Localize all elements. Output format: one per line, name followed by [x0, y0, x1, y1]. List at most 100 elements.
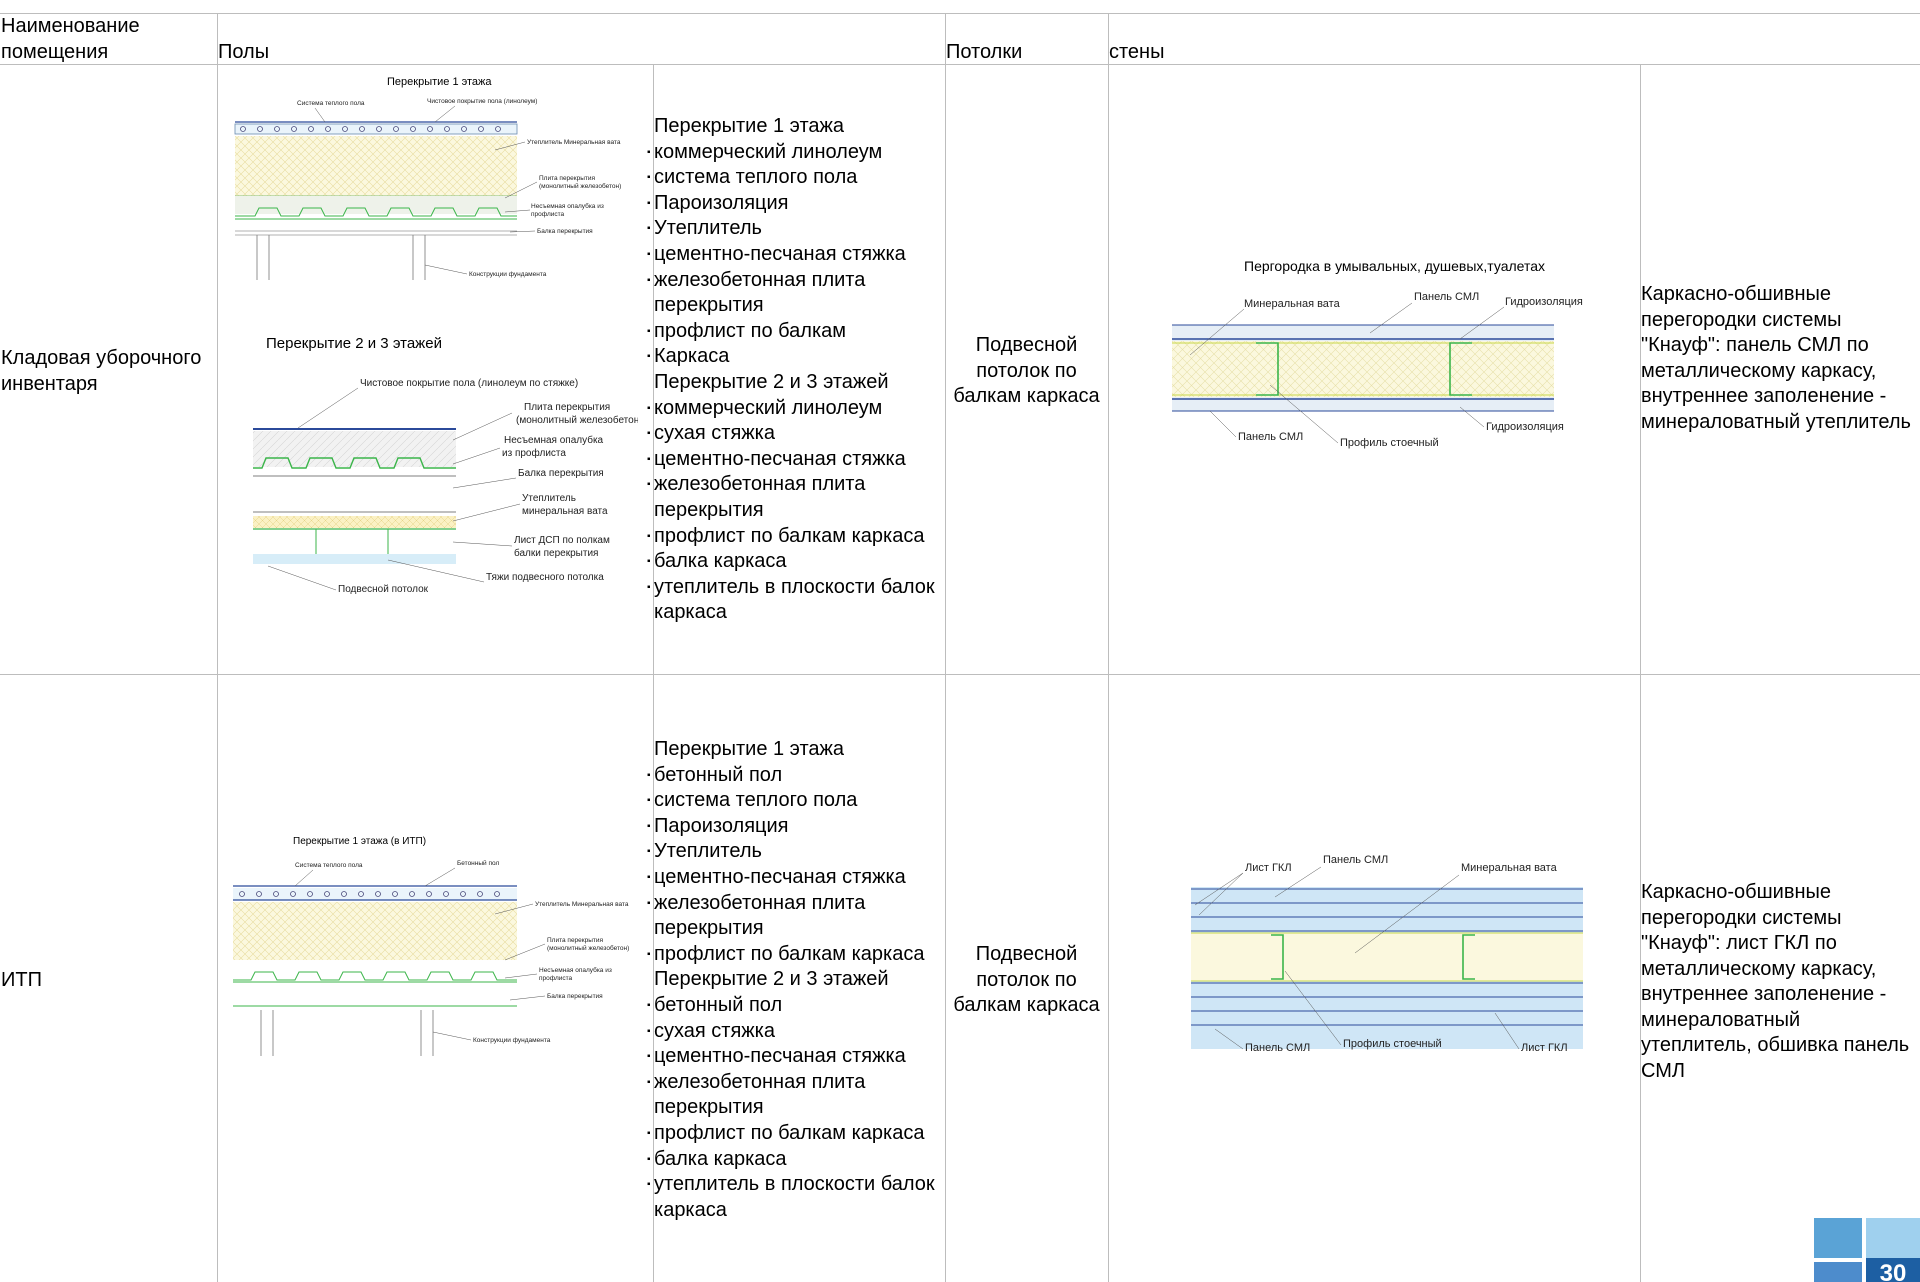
floor-layer-item: железобетонная плита перекрытия [647, 1070, 944, 1121]
floor-layer-item: коммерческий линолеум [647, 396, 944, 422]
svg-text:Несъемная опалубка из: Несъемная опалубка из [531, 202, 604, 210]
svg-text:Несъемная опалубка: Несъемная опалубка [504, 434, 604, 446]
floor-layer-item: профлист по балкам каркаса [647, 1121, 944, 1147]
svg-text:Лист ДСП по полкам: Лист ДСП по полкам [514, 535, 610, 546]
svg-text:Утеплитель: Утеплитель [522, 493, 576, 504]
floor-layer-item: цементно-песчаная стяжка [647, 1044, 944, 1070]
grid-line [217, 13, 218, 1282]
svg-text:Минеральная вата: Минеральная вата [1244, 298, 1341, 310]
wall-section-drawing: Пергородка в умывальных, душевых,туалета… [1172, 258, 1583, 449]
floor-layer-item: система теплого пола [647, 788, 944, 814]
floor-layer-item: Перекрытие 2 и 3 этажей [654, 968, 889, 991]
grid-line [1108, 13, 1109, 1282]
floor-layer-item: Перекрытие 2 и 3 этажей [654, 370, 889, 393]
svg-text:(монолитный железобетон): (монолитный железобетон) [516, 414, 638, 426]
floor-section-drawing-2: Перекрытие 2 и 3 этажей Чистовое покрыти… [253, 335, 638, 595]
svg-text:из профлиста: из профлиста [502, 447, 566, 459]
floor-layer-item: цементно-песчаная стяжка [647, 865, 944, 891]
svg-text:Система теплого пола: Система теплого пола [297, 100, 365, 107]
floor-layer-item: утеплитель в плоскости балок каркаса [647, 575, 944, 626]
room-name-cell: ИТП [1, 969, 42, 991]
svg-text:Панель СМЛ: Панель СМЛ [1323, 854, 1388, 866]
floor-layer-item: профлист по балкам [647, 319, 944, 345]
svg-text:Чистовое покрытие пола (линоле: Чистовое покрытие пола (линолеум по стяж… [360, 378, 578, 389]
svg-text:(монолитный железобетон): (монолитный железобетон) [539, 182, 621, 190]
svg-text:Чистовое покрытие пола (линоле: Чистовое покрытие пола (линолеум) [427, 98, 537, 105]
floor-layer-item: Перекрытие 1 этажа [654, 115, 845, 137]
floor-layer-item: профлист по балкам каркаса [647, 524, 944, 550]
floor-layer-item: профлист по балкам каркаса [647, 942, 944, 968]
ceiling-cell: Подвесной потолок по балкам каркаса [953, 943, 1100, 1016]
svg-text:Бетонный пол: Бетонный пол [457, 859, 499, 867]
grid-line [0, 674, 1920, 675]
svg-text:минеральная вата: минеральная вата [522, 506, 608, 517]
svg-text:Гидроизоляция: Гидроизоляция [1486, 421, 1564, 433]
floor-layer-item: Утеплитель [647, 216, 944, 242]
header-ceilings: Потолки [946, 41, 1023, 63]
svg-text:Балка перекрытия: Балка перекрытия [547, 993, 603, 1000]
svg-text:Утеплитель Минеральная вата: Утеплитель Минеральная вата [535, 901, 629, 908]
drawing-title: Перекрытие 1 этажа [387, 76, 492, 88]
page-badge-block [1866, 1218, 1920, 1258]
grid-line [1640, 64, 1641, 1282]
svg-text:Несъемная опалубка из: Несъемная опалубка из [539, 966, 612, 974]
header-room-name: Наименование помещения [1, 15, 140, 63]
floor-layer-item: утеплитель в плоскости балок каркаса [647, 1172, 944, 1223]
drawing-title: Пергородка в умывальных, душевых,туалета… [1244, 258, 1545, 274]
svg-text:Утеплитель Минеральная вата: Утеплитель Минеральная вата [527, 139, 621, 146]
svg-text:Гидроизоляция: Гидроизоляция [1505, 296, 1583, 308]
ceiling-cell: Подвесной потолок по балкам каркаса [953, 334, 1100, 407]
svg-text:Плита перекрытия: Плита перекрытия [524, 402, 610, 413]
floor-layer-item: Каркаса [647, 344, 944, 370]
floor-layer-item: бетонный пол [647, 993, 944, 1019]
svg-text:Конструкции фундамента: Конструкции фундамента [469, 271, 547, 278]
svg-text:профлиста: профлиста [539, 975, 573, 982]
floor-layer-item: балка каркаса [647, 1147, 944, 1173]
svg-text:Панель СМЛ: Панель СМЛ [1414, 291, 1479, 303]
floor-layer-item: цементно-песчаная стяжка [647, 242, 944, 268]
svg-text:Лист ГКЛ: Лист ГКЛ [1245, 862, 1292, 874]
svg-text:Профиль стоечный: Профиль стоечный [1343, 1038, 1442, 1050]
header-walls: стены [1109, 41, 1165, 63]
svg-text:Система теплого пола: Система теплого пола [295, 862, 363, 869]
floor-layers-list: Перекрытие 1 этажабетонный полсистема те… [647, 737, 944, 1223]
floor-layer-item: Перекрытие 1 этажа [654, 738, 845, 760]
drawing-title: Перекрытие 1 этажа (в ИТП) [293, 836, 426, 847]
svg-text:(монолитный железобетон): (монолитный железобетон) [547, 944, 629, 952]
floor-layer-item: бетонный пол [647, 763, 944, 789]
walls-cell: Каркасно-обшивные перегородки системы "К… [1641, 283, 1911, 433]
floor-layers-list: Перекрытие 1 этажакоммерческий линолеумс… [647, 114, 944, 626]
page-badge-block [1814, 1262, 1862, 1282]
svg-text:Балка перекрытия: Балка перекрытия [537, 228, 593, 235]
page-badge-block [1814, 1218, 1862, 1258]
svg-text:Плита перекрытия: Плита перекрытия [539, 175, 596, 182]
walls-cell: Каркасно-обшивные перегородки системы "К… [1641, 881, 1910, 1082]
floor-layer-item: железобетонная плита перекрытия [647, 472, 944, 523]
svg-text:Балка перекрытия: Балка перекрытия [518, 468, 604, 479]
floor-section-drawing-1: Перекрытие 1 этажа Система теплого пола … [234, 76, 621, 280]
floor-layer-item: сухая стяжка [647, 1019, 944, 1045]
page-number: 30 [1866, 1258, 1920, 1282]
svg-text:Конструкции фундамента: Конструкции фундамента [473, 1037, 551, 1044]
wall-section-drawing-itp: Лист ГКЛ Панель СМЛ Минеральная вата Пан… [1191, 854, 1583, 1054]
floor-layer-item: Пароизоляция [647, 191, 944, 217]
drawing-title: Перекрытие 2 и 3 этажей [266, 335, 442, 352]
floor-layer-item: система теплого пола [647, 165, 944, 191]
svg-text:Минеральная вата: Минеральная вата [1461, 862, 1558, 874]
svg-text:профлиста: профлиста [531, 211, 565, 218]
svg-text:Плита перекрытия: Плита перекрытия [547, 937, 604, 944]
svg-text:балки перекрытия: балки перекрытия [514, 547, 598, 559]
svg-text:Профиль стоечный: Профиль стоечный [1340, 437, 1439, 449]
floor-layer-item: железобетонная плита перекрытия [647, 891, 944, 942]
floor-layer-item: Пароизоляция [647, 814, 944, 840]
header-floors: Полы [218, 41, 270, 63]
floor-layer-item: коммерческий линолеум [647, 140, 944, 166]
svg-text:Панель СМЛ: Панель СМЛ [1238, 431, 1303, 443]
floor-layer-item: Утеплитель [647, 839, 944, 865]
room-name-cell: Кладовая уборочного инвентаря [1, 347, 202, 395]
svg-text:Лист ГКЛ: Лист ГКЛ [1521, 1042, 1568, 1054]
svg-text:Панель СМЛ: Панель СМЛ [1245, 1042, 1310, 1054]
floor-layer-item: цементно-песчаная стяжка [647, 447, 944, 473]
svg-text:Тяжи подвесного потолка: Тяжи подвесного потолка [486, 572, 604, 583]
grid-line [945, 13, 946, 1282]
